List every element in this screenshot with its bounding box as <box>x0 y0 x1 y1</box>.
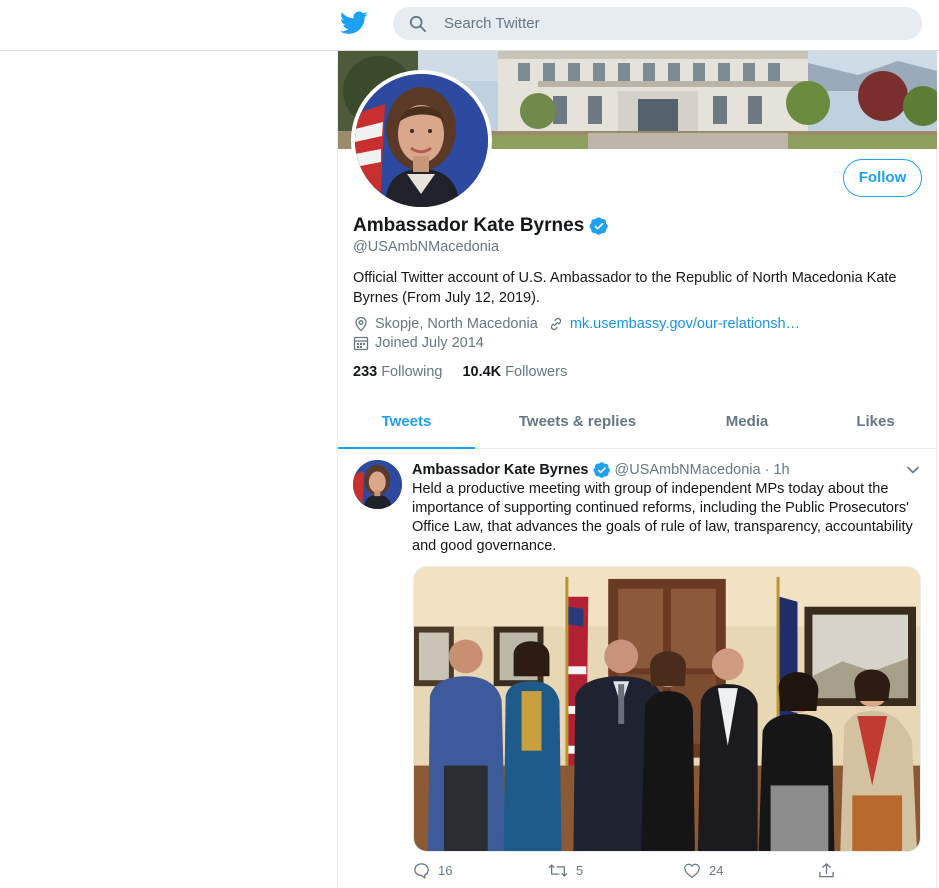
tweet[interactable]: Ambassador Kate Byrnes @USAmbNMacedonia … <box>338 450 937 888</box>
location-pin-icon <box>355 316 367 332</box>
search-icon <box>409 15 427 33</box>
reply-count: 16 <box>438 863 453 878</box>
followers-label: Followers <box>505 364 568 380</box>
followers-count: 10.4K <box>462 364 502 380</box>
verified-badge-icon <box>589 217 609 235</box>
following-count: 233 <box>353 364 378 380</box>
twitter-bird-icon[interactable] <box>340 11 368 35</box>
profile-joined-date: Joined July 2014 <box>375 335 484 351</box>
tab-tweets[interactable]: Tweets <box>338 399 475 449</box>
top-bar: Search Twitter <box>0 0 939 51</box>
profile-meta-row: Skopje, North Macedonia mk.usembassy.gov… <box>353 316 800 332</box>
profile-website-link[interactable]: mk.usembassy.gov/our-relationsh… <box>570 316 800 332</box>
profile-tabs: Tweets Tweets & replies Media Likes <box>338 399 937 449</box>
search-placeholder: Search Twitter <box>444 15 540 32</box>
tweet-author-name[interactable]: Ambassador Kate Byrnes <box>412 462 589 478</box>
heart-icon <box>684 863 700 878</box>
profile-name-row: Ambassador Kate Byrnes <box>353 215 609 237</box>
profile-avatar[interactable] <box>351 70 492 211</box>
tweet-header: Ambassador Kate Byrnes @USAmbNMacedonia … <box>412 461 790 479</box>
share-action[interactable] <box>818 862 843 879</box>
avatar-image <box>355 74 488 207</box>
link-icon <box>550 317 561 331</box>
tweet-photo[interactable] <box>413 566 921 852</box>
tab-likes[interactable]: Likes <box>814 399 937 449</box>
follow-button[interactable]: Follow <box>843 159 922 197</box>
follow-counts: 233 Following 10.4K Followers <box>353 364 587 380</box>
profile-bio: Official Twitter account of U.S. Ambassa… <box>353 270 897 306</box>
tweet-text: Held a productive meeting with group of … <box>412 481 913 554</box>
profile-column: Follow Ambassador Kate Byrnes @USAmbNMac… <box>337 51 937 888</box>
profile-joined-row: Joined July 2014 <box>353 335 484 351</box>
search-input[interactable]: Search Twitter <box>393 7 922 40</box>
retweet-action[interactable]: 5 <box>548 862 583 879</box>
chevron-down-icon[interactable] <box>906 463 920 477</box>
retweet-count: 5 <box>576 863 584 878</box>
tweet-avatar[interactable] <box>353 460 402 509</box>
tweet-handle-time[interactable]: @USAmbNMacedonia · 1h <box>615 462 790 478</box>
tweet-avatar-image <box>353 460 402 509</box>
following-link[interactable]: 233 Following <box>353 364 442 380</box>
like-action[interactable]: 24 <box>683 862 723 879</box>
like-count: 24 <box>709 863 724 878</box>
following-label: Following <box>381 364 443 380</box>
profile-handle: @USAmbNMacedonia <box>353 239 500 255</box>
tab-media[interactable]: Media <box>680 399 814 449</box>
tweet-actions: 16 5 24 <box>413 862 843 882</box>
verified-badge-icon <box>593 462 610 478</box>
share-icon <box>819 863 834 878</box>
reply-icon <box>414 863 429 879</box>
retweet-icon <box>548 864 568 877</box>
tab-tweets-replies[interactable]: Tweets & replies <box>475 399 680 449</box>
profile-name: Ambassador Kate Byrnes <box>353 215 585 236</box>
followers-link[interactable]: 10.4K Followers <box>462 364 567 380</box>
reply-action[interactable]: 16 <box>413 862 452 879</box>
profile-location: Skopje, North Macedonia <box>375 316 538 332</box>
calendar-icon <box>353 336 369 351</box>
